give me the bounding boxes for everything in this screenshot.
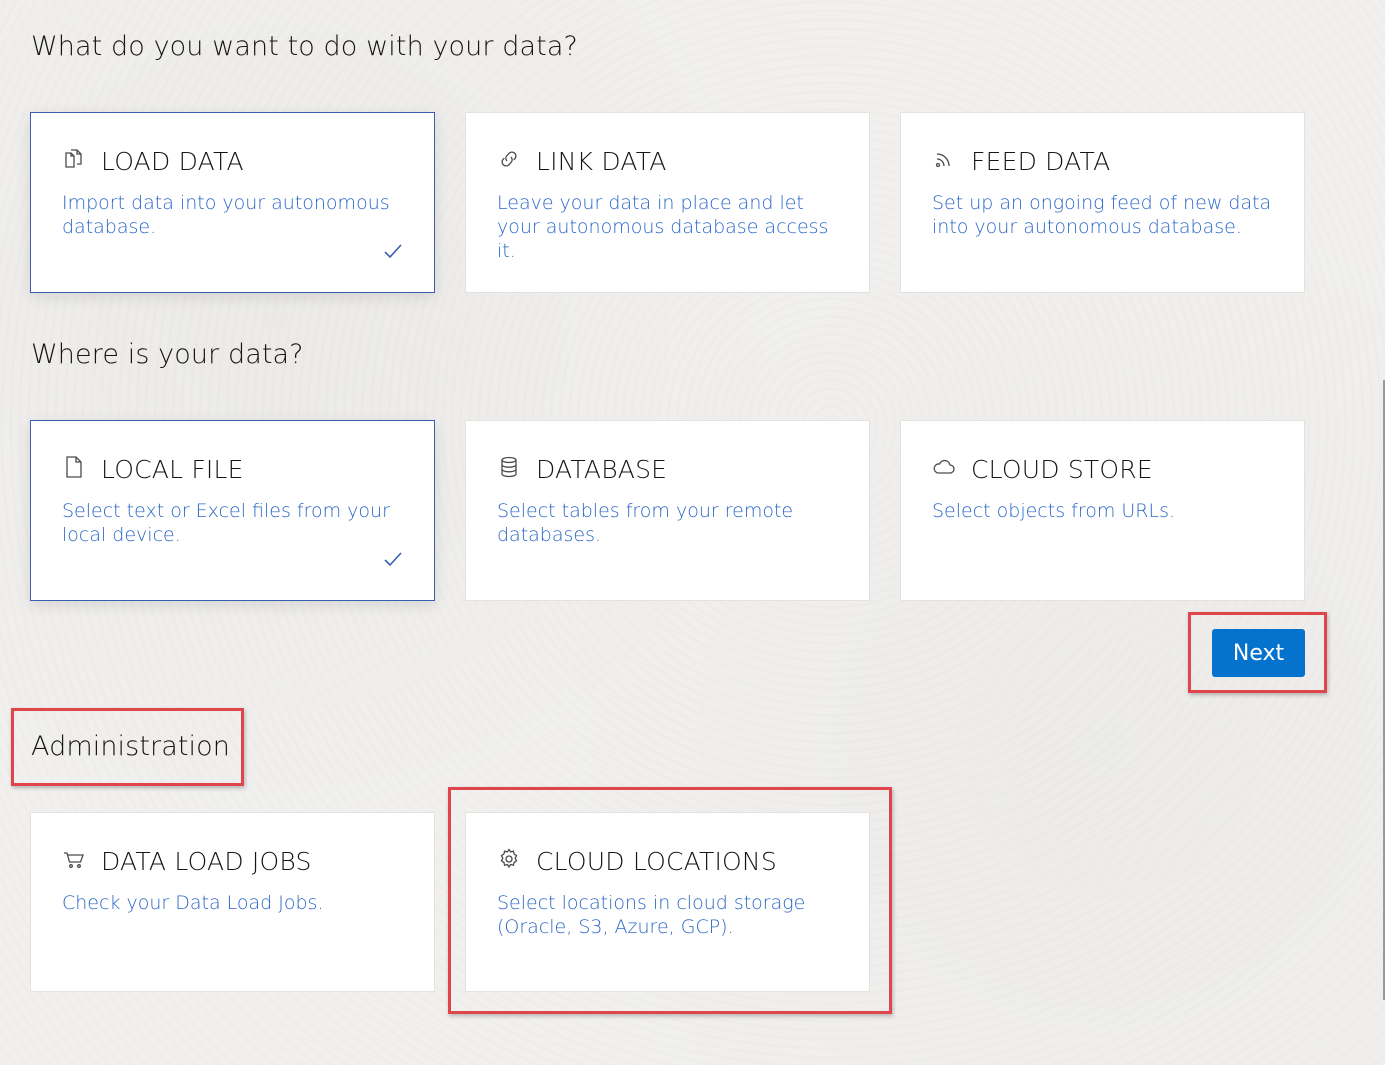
feed-data-card[interactable]: FEED DATA Set up an ongoing feed of new … <box>900 112 1305 293</box>
cloud-store-description: Select objects from URLs. <box>932 500 1176 522</box>
what-heading: What do you want to do with your data? <box>31 31 578 62</box>
database-description: Select tables from your remote databases… <box>497 500 794 546</box>
cloud-icon <box>932 455 956 479</box>
feed-icon <box>932 147 956 171</box>
gear-icon <box>497 847 521 871</box>
cloud-store-title: CLOUD STORE <box>971 455 1153 484</box>
feed-data-title: FEED DATA <box>971 147 1111 176</box>
link-data-description: Leave your data in place and let your au… <box>497 192 829 262</box>
checkmark-icon <box>382 240 404 262</box>
load-data-icon <box>62 147 86 171</box>
local-file-title: LOCAL FILE <box>101 455 244 484</box>
database-title: DATABASE <box>536 455 668 484</box>
link-data-card[interactable]: LINK DATA Leave your data in place and l… <box>465 112 870 293</box>
where-heading: Where is your data? <box>31 339 304 370</box>
database-icon <box>497 455 521 479</box>
data-load-jobs-card[interactable]: DATA LOAD JOBS Check your Data Load Jobs… <box>30 812 435 992</box>
local-file-card[interactable]: LOCAL FILE Select text or Excel files fr… <box>30 420 435 601</box>
basket-icon <box>62 847 86 871</box>
link-data-title: LINK DATA <box>536 147 667 176</box>
cloud-locations-card[interactable]: CLOUD LOCATIONS Select locations in clou… <box>465 812 870 992</box>
feed-data-description: Set up an ongoing feed of new data into … <box>932 192 1272 238</box>
data-load-jobs-description: Check your Data Load Jobs. <box>62 892 324 914</box>
cloud-locations-description: Select locations in cloud storage (Oracl… <box>497 892 806 938</box>
database-card[interactable]: DATABASE Select tables from your remote … <box>465 420 870 601</box>
load-data-description: Import data into your autonomous databas… <box>62 192 390 238</box>
cloud-locations-title: CLOUD LOCATIONS <box>536 847 777 876</box>
checkmark-icon <box>382 548 404 570</box>
data-load-jobs-title: DATA LOAD JOBS <box>101 847 312 876</box>
load-data-title: LOAD DATA <box>101 147 244 176</box>
cloud-store-card[interactable]: CLOUD STORE Select objects from URLs. <box>900 420 1305 601</box>
administration-heading: Administration <box>31 731 230 762</box>
next-button[interactable]: Next <box>1212 629 1305 677</box>
local-file-description: Select text or Excel files from your loc… <box>62 500 390 546</box>
link-icon <box>497 147 521 171</box>
file-icon <box>62 455 86 479</box>
load-data-card[interactable]: LOAD DATA Import data into your autonomo… <box>30 112 435 293</box>
